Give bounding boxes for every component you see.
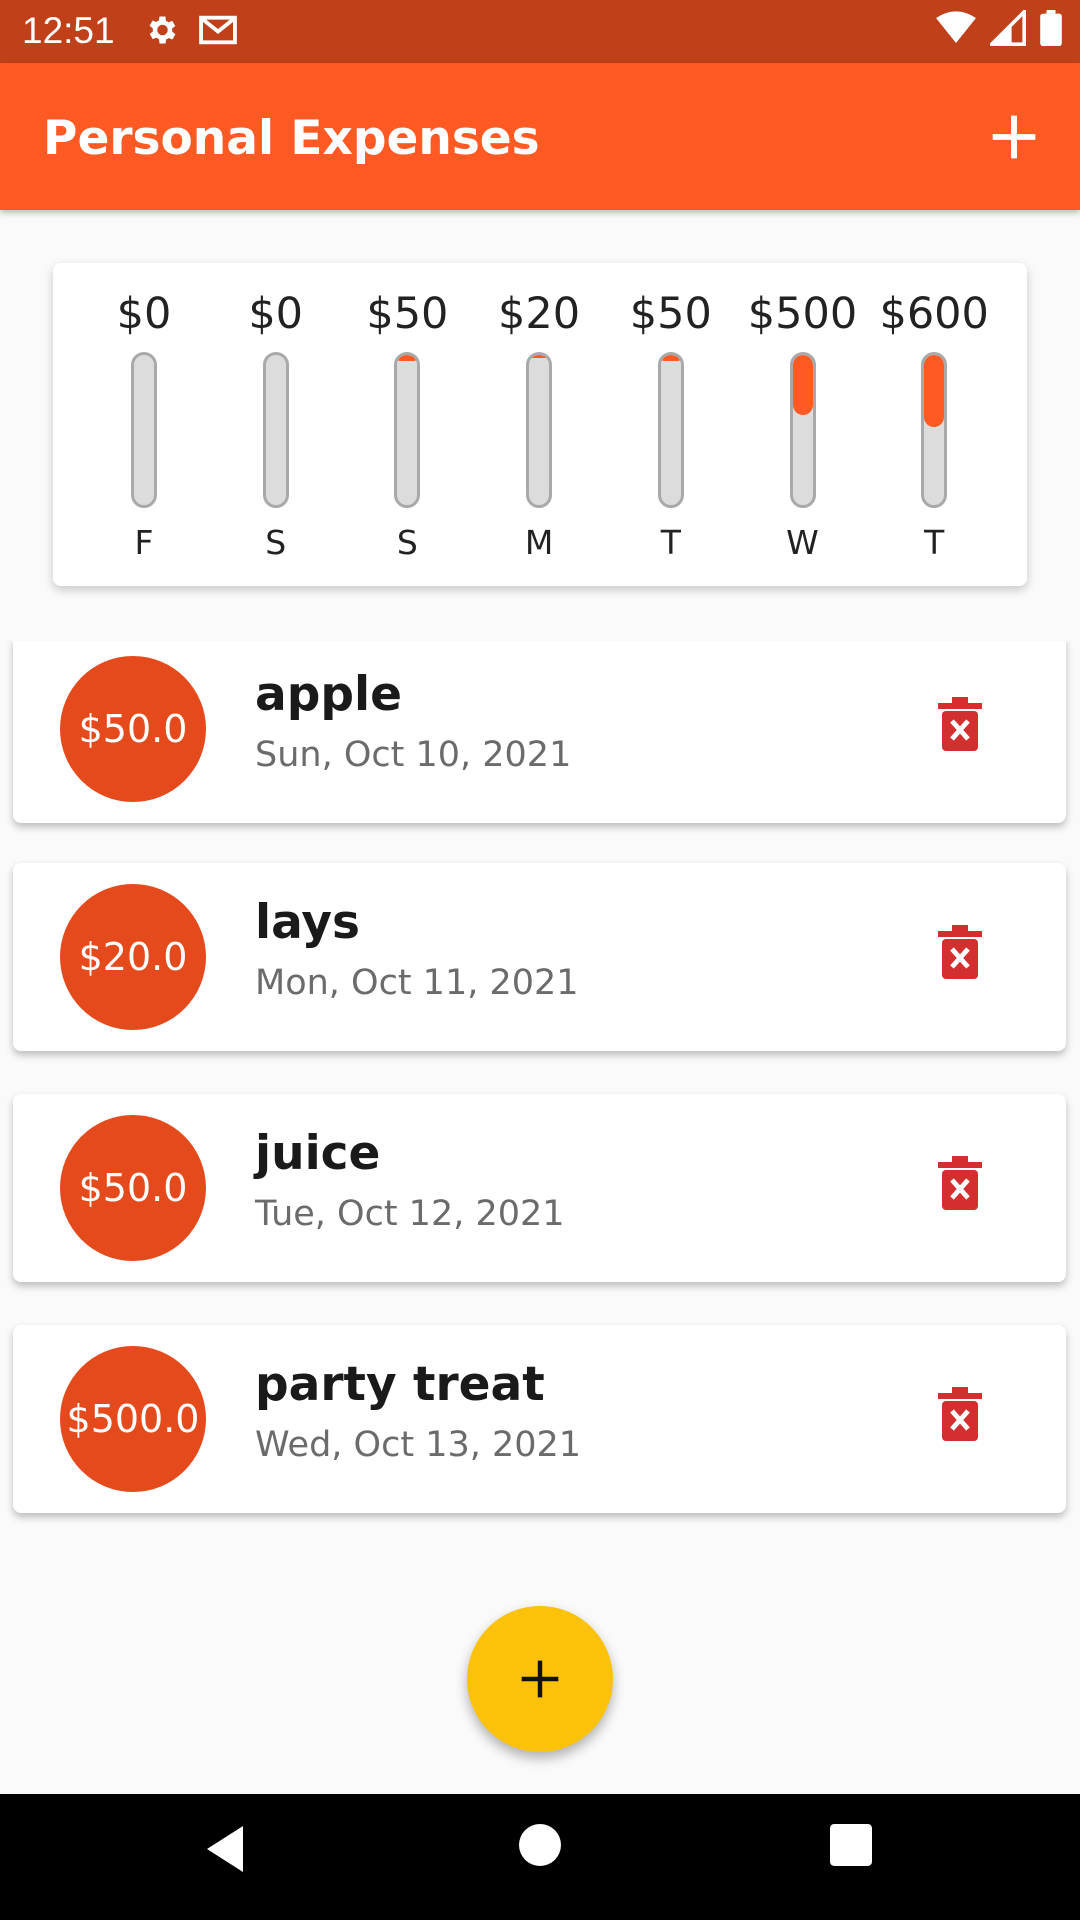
chart-bar-track [394, 352, 421, 508]
transaction-card: $20.0 lays Mon, Oct 11, 2021 [13, 863, 1066, 1051]
chart-bar-fill [529, 355, 550, 358]
chart-amount-label: $50 [629, 289, 712, 339]
weekly-chart: $0 F $0 S $50 S $20 M $50 T $500 W $600 T [53, 263, 1027, 586]
chart-column: $20 M [473, 263, 605, 586]
chart-amount-label: $600 [879, 289, 989, 339]
wifi-icon [936, 11, 976, 44]
transaction-card: $50.0 apple Sun, Oct 10, 2021 [13, 641, 1066, 823]
add-fab-button[interactable] [467, 1606, 613, 1752]
chart-amount-label: $0 [116, 289, 172, 339]
gmail-icon [199, 15, 237, 45]
system-nav-bar [0, 1794, 1080, 1920]
chart-bar-track [262, 352, 289, 508]
chart-day-label: S [396, 523, 418, 562]
status-time: 12:51 [22, 10, 115, 51]
transaction-card: $500.0 party treat Wed, Oct 13, 2021 [13, 1325, 1066, 1513]
chart-column: $0 S [210, 263, 342, 586]
chart-day-label: W [786, 523, 819, 562]
delete-icon[interactable] [938, 925, 982, 979]
amount-badge: $50.0 [60, 656, 206, 802]
plus-icon [521, 1660, 559, 1698]
amount-badge: $500.0 [60, 1346, 206, 1492]
battery-icon [1040, 10, 1062, 46]
transaction-date: Sun, Oct 10, 2021 [255, 735, 572, 775]
back-icon[interactable] [203, 1824, 247, 1874]
chart-day-label: F [134, 523, 154, 562]
chart-amount-label: $0 [248, 289, 304, 339]
transaction-title: apple [255, 667, 402, 722]
chart-bar-track [657, 352, 684, 508]
chart-amount-label: $500 [747, 289, 858, 339]
chart-day-label: T [924, 523, 945, 562]
plus-icon [992, 115, 1036, 159]
transaction-date: Wed, Oct 13, 2021 [255, 1425, 582, 1465]
transaction-date: Mon, Oct 11, 2021 [255, 963, 579, 1003]
chart-day-label: S [265, 523, 287, 562]
recents-icon[interactable] [830, 1824, 872, 1866]
gear-icon [149, 16, 176, 44]
chart-bar-track [789, 352, 816, 508]
amount-badge: $20.0 [60, 884, 206, 1030]
home-icon[interactable] [519, 1824, 561, 1866]
chart-bar-track [131, 352, 157, 508]
chart-column: $50 S [341, 263, 473, 586]
page-title: Personal Expenses [43, 111, 540, 166]
transaction-card: $50.0 juice Tue, Oct 12, 2021 [13, 1094, 1066, 1282]
chart-day-label: M [524, 523, 554, 562]
transaction-title: lays [255, 895, 360, 950]
delete-icon[interactable] [938, 1156, 982, 1210]
chart-bar-fill [660, 355, 681, 361]
add-transaction-button[interactable] [982, 105, 1046, 169]
chart-column: $600 T [868, 263, 1000, 586]
chart-amount-label: $20 [498, 289, 581, 339]
amount-badge: $50.0 [60, 1115, 206, 1261]
chart-column: $500 W [737, 263, 869, 586]
chart-bar-track [526, 352, 553, 508]
delete-icon[interactable] [938, 1387, 982, 1441]
app-bar: Personal Expenses [0, 63, 1080, 210]
chart-bar-track [921, 352, 948, 508]
chart-column: $50 T [605, 263, 737, 586]
chart-column: $0 F [78, 263, 210, 586]
transaction-title: juice [255, 1126, 381, 1181]
status-bar: 12:51 [0, 0, 1080, 63]
delete-icon[interactable] [938, 697, 982, 751]
status-icons-right [936, 10, 1062, 46]
signal-icon [990, 10, 1026, 46]
chart-amount-label: $50 [366, 289, 449, 339]
transaction-date: Tue, Oct 12, 2021 [255, 1194, 565, 1234]
transaction-list[interactable]: $50.0 apple Sun, Oct 10, 2021 $20.0 lays… [0, 641, 1080, 1545]
chart-bar-fill [792, 355, 813, 415]
chart-bar-fill [397, 355, 418, 361]
transaction-title: party treat [255, 1357, 545, 1412]
chart-bar-fill [924, 355, 945, 427]
chart-day-label: T [660, 523, 681, 562]
